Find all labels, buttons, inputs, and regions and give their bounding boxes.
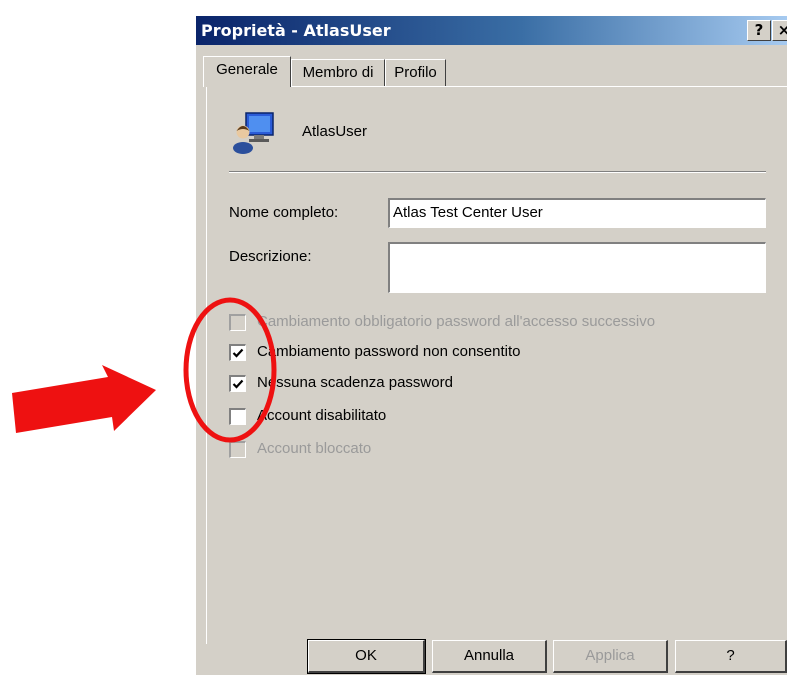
window-title: Proprietà - AtlasUser [201, 21, 391, 40]
cannot-change-password-label: Cambiamento password non consentito [257, 343, 521, 360]
apply-button[interactable]: Applica [553, 640, 668, 673]
help-title-button[interactable]: ? [747, 20, 771, 41]
full-name-input[interactable]: Atlas Test Center User [388, 198, 766, 228]
full-name-label: Nome completo: [229, 204, 339, 221]
must-change-password-label: Cambiamento obbligatorio password all'ac… [257, 313, 656, 330]
help-button[interactable]: ? [675, 640, 787, 673]
close-button[interactable]: × [772, 20, 787, 41]
description-input[interactable] [388, 242, 766, 293]
tab-membro-di[interactable]: Membro di [291, 59, 385, 86]
separator [229, 171, 766, 173]
user-name-label: AtlasUser [302, 123, 368, 140]
tab-profilo[interactable]: Profilo [385, 59, 446, 86]
cancel-button[interactable]: Annulla [432, 640, 547, 673]
password-never-expires-label: Nessuna scadenza password [257, 374, 453, 391]
annotation-circle [183, 297, 277, 443]
description-label: Descrizione: [229, 248, 312, 265]
ok-button[interactable]: OK [307, 639, 426, 674]
annotation-arrow-icon [12, 365, 156, 433]
tab-generale[interactable]: Generale [203, 56, 291, 87]
user-computer-icon [233, 112, 274, 154]
title-bar[interactable]: Proprietà - AtlasUser ? × [196, 16, 787, 45]
